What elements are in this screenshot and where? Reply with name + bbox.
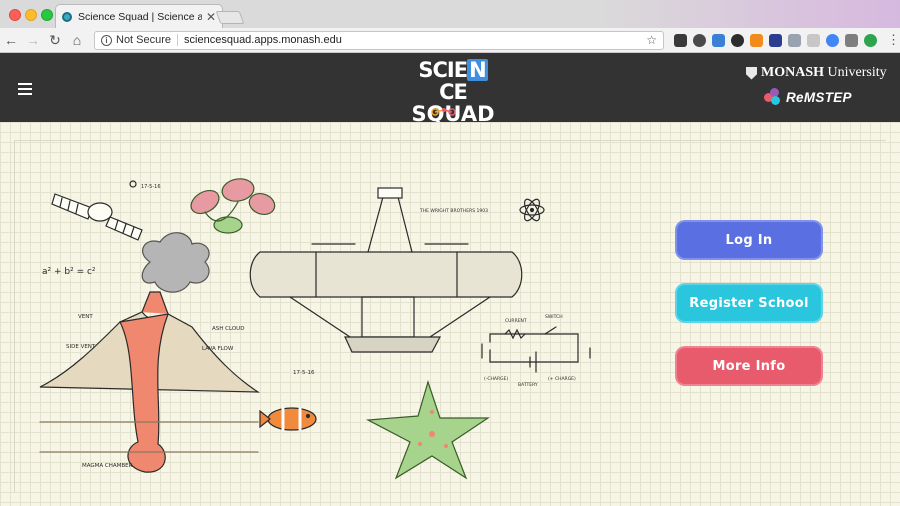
- grammarly-extension-icon[interactable]: [864, 33, 877, 47]
- maximize-window-button[interactable]: [41, 9, 53, 21]
- science-squad-logo[interactable]: SCIENCE SQUAD: [407, 59, 499, 125]
- reload-icon[interactable]: ↻: [44, 29, 66, 51]
- starfish-icon: [365, 379, 490, 480]
- book-extension-icon[interactable]: [769, 33, 782, 47]
- close-tab-icon[interactable]: ✕: [206, 10, 216, 24]
- info-icon[interactable]: i: [101, 34, 112, 46]
- close-window-button[interactable]: [9, 9, 21, 21]
- extensions-bar: ⋮: [674, 32, 900, 48]
- atom-icon: [519, 198, 545, 222]
- wright-note: THE WRIGHT BROTHERS 1903: [419, 208, 488, 214]
- remstep-mark-icon: [764, 88, 782, 106]
- home-icon[interactable]: ⌂: [66, 29, 88, 51]
- hamburger-menu-icon[interactable]: [18, 83, 32, 95]
- chrome-extension-icon[interactable]: [826, 33, 839, 47]
- date-label-1: 17-5-16: [141, 184, 161, 190]
- main-content: a² + b² = c² 17-5-16 VENT SIDE VENT ASH …: [0, 122, 900, 506]
- magma-label: MAGMA CHAMBER: [82, 463, 133, 469]
- circuit-diagram: [481, 326, 591, 373]
- battery-label: BATTERY: [518, 382, 538, 388]
- current-label: CURRENT: [505, 318, 527, 324]
- new-tab-button[interactable]: [215, 11, 245, 24]
- clownfish-icon: [259, 407, 317, 431]
- tab-strip-tint: [600, 0, 900, 28]
- forward-icon[interactable]: →: [22, 29, 44, 51]
- chart-extension-icon[interactable]: [750, 33, 763, 47]
- site-header: SCIENCE SQUAD MONASH University ReMSTEP: [0, 53, 900, 125]
- more-info-button[interactable]: More Info: [675, 346, 823, 386]
- monash-university-logo[interactable]: MONASH University: [746, 65, 887, 81]
- back-icon[interactable]: ←: [0, 29, 22, 51]
- tab-title: Science Squad | Science activ: [78, 10, 202, 23]
- science-doodles: a² + b² = c² 17-5-16 VENT SIDE VENT ASH …: [39, 178, 591, 480]
- camera-extension-icon[interactable]: [845, 33, 858, 47]
- satellite-icon: [51, 180, 143, 241]
- remstep-logo[interactable]: ReMSTEP: [764, 88, 852, 106]
- vent-label: VENT: [78, 314, 93, 320]
- browser-menu-icon[interactable]: ⋮: [887, 32, 900, 48]
- lava-flow-label: LAVA FLOW: [202, 346, 234, 352]
- molecule-icon: [431, 108, 456, 116]
- tab-strip: Science Squad | Science activ ✕: [0, 0, 900, 28]
- address-bar[interactable]: i Not Secure sciencesquad.apps.monash.ed…: [94, 30, 664, 50]
- negative-charge-label: (-CHARGE): [484, 376, 508, 382]
- url-text[interactable]: sciencesquad.apps.monash.edu: [184, 34, 646, 46]
- bookmark-star-icon[interactable]: ☆: [646, 33, 657, 47]
- dark-extension-icon[interactable]: [731, 33, 744, 47]
- resize-extension-icon[interactable]: [712, 33, 725, 47]
- switch-label: SWITCH: [545, 314, 563, 320]
- ash-cloud-label: ASH CLOUD: [212, 326, 244, 332]
- gear-extension-icon[interactable]: [693, 33, 706, 47]
- security-label: Not Secure: [116, 34, 179, 46]
- login-button[interactable]: Log In: [675, 220, 823, 260]
- favicon-icon: [62, 11, 72, 22]
- positive-charge-label: (+ CHARGE): [548, 376, 576, 382]
- puzzle-extension-icon[interactable]: [788, 33, 801, 47]
- minimize-window-button[interactable]: [25, 9, 37, 21]
- browser-tab[interactable]: Science Squad | Science activ ✕: [55, 4, 223, 28]
- side-vent-label: SIDE VENT: [66, 344, 96, 350]
- monash-crest-icon: [746, 66, 757, 80]
- eyedropper-extension-icon[interactable]: [674, 33, 687, 47]
- register-school-button[interactable]: Register School: [675, 283, 823, 323]
- cloud-extension-icon[interactable]: [807, 33, 820, 47]
- formula-text: a² + b² = c²: [42, 267, 96, 277]
- flytrap-icon: [190, 178, 276, 234]
- browser-toolbar: ← → ↻ ⌂ i Not Secure sciencesquad.apps.m…: [0, 28, 900, 53]
- date-label-2: 17-5-16: [293, 370, 315, 376]
